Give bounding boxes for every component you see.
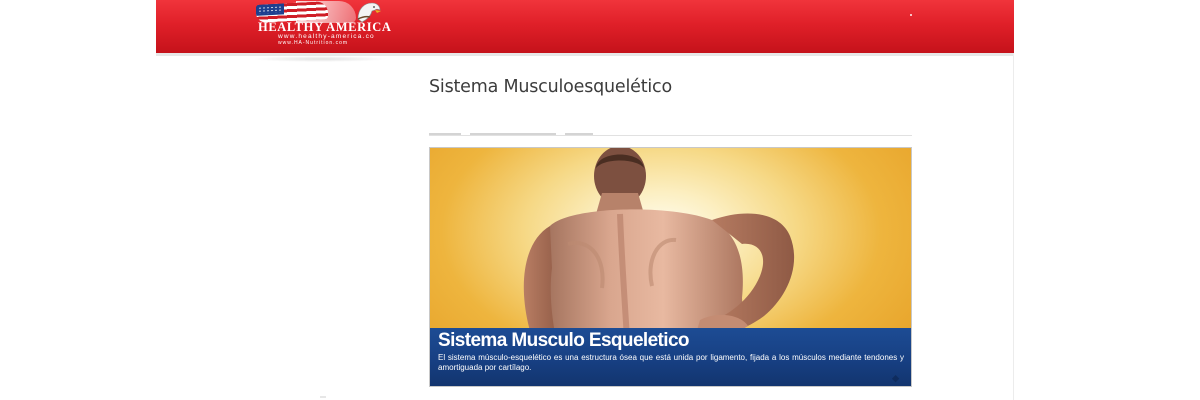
faded-tab [470, 133, 556, 135]
faded-tabs [429, 133, 912, 136]
logo-url-secondary: www.HA-Nutrition.com [278, 40, 349, 46]
healthy-america-logo[interactable]: HEALTHY AMERICA www.healthy-america.co w… [256, 1, 391, 46]
banner-heading: Sistema Musculo Esqueletico [438, 330, 690, 351]
header-dot [910, 14, 912, 16]
faded-tab [565, 133, 593, 135]
hero-banner: Sistema Musculo Esqueletico El sistema m… [429, 147, 912, 387]
content-right-border [1013, 53, 1014, 400]
banner-description: El sistema músculo-esquelético es una es… [438, 353, 904, 372]
footer-mark [320, 396, 326, 398]
logo-shadow [252, 56, 388, 62]
faded-tab [429, 133, 461, 135]
page-title: Sistema Musculoesquelético [429, 77, 672, 97]
logo-url-primary: www.healthy-america.co [278, 33, 375, 40]
banner-logo-mark-icon: ◆ [892, 373, 899, 383]
